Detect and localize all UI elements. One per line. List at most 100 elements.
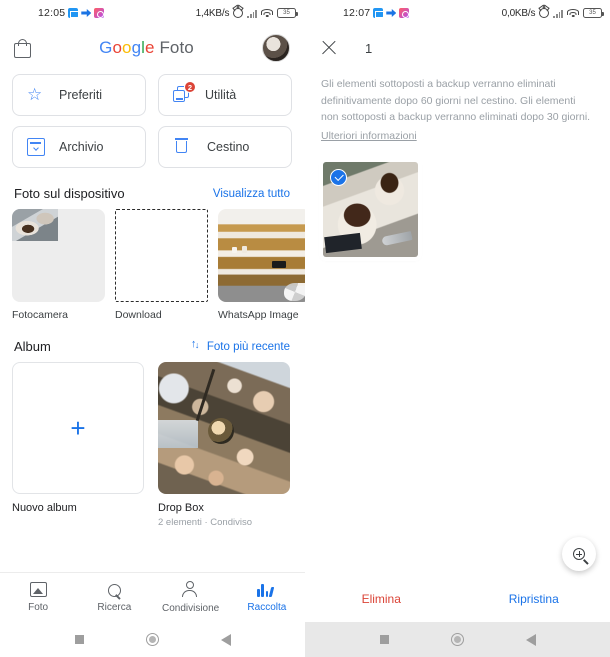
trash-icon — [175, 138, 193, 156]
nav-item-foto[interactable]: Foto — [0, 573, 76, 622]
tile-archivio[interactable]: Archivio — [12, 126, 146, 168]
delete-button[interactable]: Elimina — [305, 592, 458, 606]
selection-count: 1 — [365, 40, 373, 56]
utility-icon: 2 — [173, 81, 196, 104]
share-icon — [181, 581, 200, 598]
android-nav-bar-right — [305, 622, 610, 657]
network-speed: 1,4KB/s — [195, 7, 230, 19]
status-bar-right-group: 1,4KB/s 35 — [195, 7, 298, 19]
mail-icon — [373, 8, 384, 18]
search-icon — [108, 583, 122, 597]
dual-screenshot-container: 12:05 1,4KB/s 35 Google Foto ☆ Preferiti… — [0, 0, 610, 657]
close-icon[interactable] — [321, 40, 337, 56]
nav-label: Condivisione — [161, 603, 220, 614]
photos-icon — [399, 8, 410, 18]
status-bar-left: 12:05 1,4KB/s 35 — [0, 0, 304, 26]
library-icon — [257, 583, 276, 597]
trash-notice: Gli elementi sottoposti a backup verrann… — [305, 70, 610, 144]
home-circle-icon[interactable] — [145, 633, 159, 646]
signal-icon — [553, 9, 563, 18]
album-label: Drop Box — [158, 502, 204, 514]
mail-icon — [68, 8, 79, 18]
new-album-tile[interactable]: + — [12, 362, 144, 494]
view-all-link[interactable]: Visualizza tutto — [213, 188, 290, 200]
tile-label: Cestino — [207, 140, 250, 154]
alarm-icon — [233, 8, 244, 18]
tile-label: Utilità — [205, 88, 237, 102]
album-new[interactable]: + Nuovo album — [12, 362, 144, 528]
device-folder-download[interactable]: Download — [115, 209, 208, 321]
app-bar: Google Foto — [0, 26, 304, 70]
album-subtitle: 2 elementi · Condiviso — [158, 517, 252, 528]
nav-item-ricerca[interactable]: Ricerca — [76, 573, 152, 622]
device-photos-header: Foto sul dispositivo Visualizza tutto — [0, 168, 304, 209]
album-drop-box[interactable]: Drop Box 2 elementi · Condiviso — [158, 362, 290, 528]
brand-letter: G — [99, 38, 113, 57]
status-time: 12:05 — [38, 7, 66, 19]
alarm-icon — [539, 8, 550, 18]
restore-button[interactable]: Ripristina — [458, 592, 610, 606]
selected-items-grid — [305, 144, 610, 257]
tile-preferiti[interactable]: ☆ Preferiti — [12, 74, 146, 116]
zoom-in-fab[interactable] — [562, 537, 596, 571]
tile-label: Preferiti — [59, 88, 103, 102]
badge-count: 2 — [184, 81, 196, 93]
nav-item-raccolta[interactable]: Raccolta — [229, 573, 305, 622]
photos-icon — [94, 8, 105, 18]
selection-app-bar: 1 — [305, 26, 610, 70]
brand-letter: g — [131, 38, 142, 57]
brand-letter: o — [122, 38, 132, 57]
left-screen-google-photos-library: 12:05 1,4KB/s 35 Google Foto ☆ Preferiti… — [0, 0, 311, 657]
brand-title: Google Foto — [31, 38, 262, 58]
wifi-icon — [567, 8, 579, 18]
more-info-link[interactable]: Ulteriori informazioni — [321, 128, 417, 145]
folder-thumbnail — [218, 209, 311, 302]
signal-icon — [247, 9, 257, 18]
recents-square-icon[interactable] — [379, 635, 389, 644]
brand-product: Foto — [159, 38, 194, 57]
status-bar-right-group: 0,0KB/s 35 — [501, 7, 604, 19]
album-thumbnail — [158, 362, 290, 494]
messenger-icon — [386, 9, 397, 17]
back-triangle-icon[interactable] — [525, 633, 536, 646]
status-bar-right: 12:07 0,0KB/s 35 — [305, 0, 610, 26]
tile-cestino[interactable]: Cestino — [158, 126, 292, 168]
device-folder-fotocamera[interactable]: Fotocamera — [12, 209, 105, 321]
status-time: 12:07 — [343, 7, 371, 19]
plus-icon: + — [70, 413, 86, 443]
wifi-icon — [261, 8, 273, 18]
section-title: Album — [14, 339, 51, 354]
albums-row: + Nuovo album Drop Box 2 elementi · Cond… — [0, 362, 304, 528]
avatar[interactable] — [262, 34, 290, 62]
recents-square-icon[interactable] — [74, 635, 84, 644]
sort-label: Foto più recente — [206, 340, 290, 353]
photo-icon — [29, 582, 47, 597]
network-speed: 0,0KB/s — [501, 7, 536, 19]
albums-header: Album Foto più recente — [0, 321, 304, 362]
brand-letter: o — [112, 38, 123, 57]
device-photos-row: Fotocamera Download WhatsApp Image — [0, 209, 311, 321]
album-sort-button[interactable]: Foto più recente — [191, 338, 290, 353]
sort-icon — [191, 338, 202, 353]
nav-label: Foto — [28, 602, 49, 613]
home-circle-icon[interactable] — [450, 633, 464, 646]
notice-text: Gli elementi sottoposti a backup verrann… — [321, 78, 591, 123]
check-circle-icon[interactable] — [330, 169, 347, 186]
album-label: Nuovo album — [12, 502, 77, 514]
tile-utilita[interactable]: 2 Utilità — [158, 74, 292, 116]
selected-photo-item[interactable] — [323, 162, 418, 257]
right-screen-trash-selection: 12:07 0,0KB/s 35 1 Gli elementi sottopos… — [305, 0, 610, 657]
folder-label: Download — [115, 309, 162, 321]
nav-label: Ricerca — [97, 601, 132, 613]
back-triangle-icon[interactable] — [220, 633, 231, 646]
nav-label: Raccolta — [247, 601, 287, 613]
shopping-bag-icon[interactable] — [14, 38, 31, 58]
status-bar-left-group: 12:05 — [38, 7, 105, 19]
zoom-in-icon — [573, 548, 585, 560]
trash-action-bar: Elimina Ripristina — [305, 576, 610, 622]
device-folder-whatsapp[interactable]: WhatsApp Image — [218, 209, 311, 321]
folder-label: Fotocamera — [12, 309, 69, 321]
star-icon: ☆ — [27, 85, 43, 104]
nav-item-condivisione[interactable]: Condivisione — [153, 573, 229, 622]
archive-icon — [27, 138, 45, 156]
